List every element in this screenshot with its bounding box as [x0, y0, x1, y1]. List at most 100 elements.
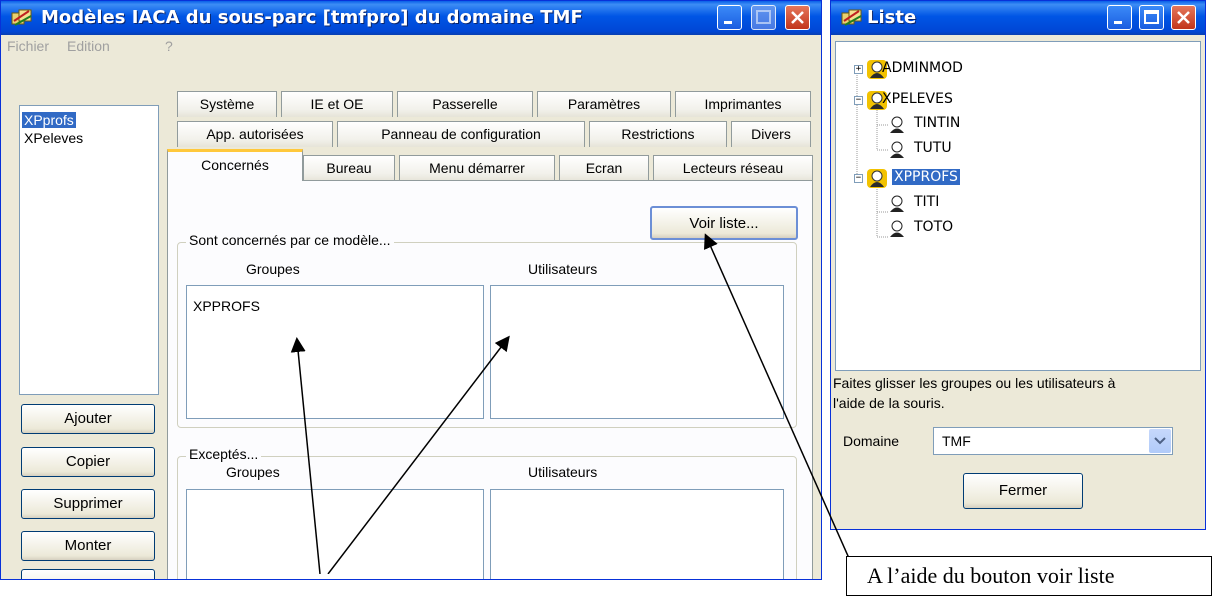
tab-divers[interactable]: Divers	[731, 121, 811, 147]
model-item-xpprofs[interactable]: XPprofs	[22, 112, 76, 128]
tab-concernes[interactable]: Concernés	[167, 149, 303, 181]
minimize-icon	[1114, 21, 1122, 24]
collapse-minus-icon[interactable]: −	[854, 96, 863, 105]
voir-liste-label: Voir liste...	[689, 215, 759, 232]
tab-menu-demarrer[interactable]: Menu démarrer	[399, 155, 555, 181]
user-icon	[890, 141, 904, 158]
tab-panneau-config-label: Panneau de configuration	[381, 126, 541, 142]
tab-systeme-label: Système	[199, 96, 255, 112]
tree-view[interactable]: + ADMINMOD − XPELEVES TINTIN TUTU − XPPR…	[835, 41, 1201, 371]
add-button-label: Ajouter	[64, 410, 112, 427]
list-app-icon	[841, 9, 862, 26]
list-maximize-button[interactable]	[1139, 5, 1164, 30]
tree-label: TOTO	[914, 219, 954, 235]
tab-imprimantes[interactable]: Imprimantes	[675, 91, 811, 117]
excepted-users-list[interactable]	[490, 489, 784, 579]
list-window: Liste + ADMINMOD − XPELEVES TINTIN TUTU …	[830, 0, 1206, 530]
excepted-users-header: Utilisateurs	[528, 464, 598, 480]
list-titlebar[interactable]: Liste	[831, 1, 1205, 35]
tab-divers-label: Divers	[751, 126, 791, 142]
tree-item-toto[interactable]: TOTO	[888, 219, 1088, 241]
chevron-down-icon[interactable]	[1149, 429, 1171, 453]
tab-menu-demarrer-label: Menu démarrer	[429, 160, 525, 176]
tab-restrictions-label: Restrictions	[621, 126, 695, 142]
hint-text-line2: l'aide de la souris.	[833, 395, 945, 411]
main-window: Modèles IACA du sous-parc [tmfpro] du do…	[0, 0, 822, 580]
tree-item-tintin[interactable]: TINTIN	[888, 115, 1088, 137]
tab-concernes-label: Concernés	[201, 157, 269, 173]
tree-label: ADMINMOD	[882, 60, 963, 76]
tab-panel-concernes: Voir liste... Sont concernés par ce modè…	[167, 180, 813, 579]
maximize-button[interactable]	[751, 5, 776, 30]
tab-systeme[interactable]: Système	[177, 91, 277, 117]
tree-label: TITI	[914, 194, 940, 210]
voir-liste-button[interactable]: Voir liste...	[650, 206, 798, 240]
excepted-groups-list[interactable]	[186, 489, 484, 579]
next-button-partial[interactable]	[21, 569, 155, 579]
delete-button-label: Supprimer	[53, 495, 123, 512]
tree-label: TUTU	[914, 140, 952, 156]
collapse-minus-icon[interactable]: −	[854, 174, 863, 183]
tab-bureau-label: Bureau	[326, 160, 372, 176]
concerned-groups-header: Groupes	[246, 261, 300, 277]
menu-fichier[interactable]: Fichier	[7, 38, 49, 54]
delete-button[interactable]: Supprimer	[21, 489, 155, 519]
user-icon	[890, 220, 904, 237]
tab-lecteurs-reseau-label: Lecteurs réseau	[682, 160, 784, 176]
user-icon	[890, 195, 904, 212]
list-close-button[interactable]	[1171, 5, 1196, 30]
tab-panneau-config[interactable]: Panneau de configuration	[337, 121, 585, 147]
tab-parametres-label: Paramètres	[567, 96, 641, 112]
list-minimize-button[interactable]	[1107, 5, 1132, 30]
menu-help[interactable]: ?	[165, 38, 173, 54]
model-item-xpeleves[interactable]: XPeleves	[22, 130, 85, 146]
tab-parametres[interactable]: Paramètres	[537, 91, 671, 117]
tree-label: TINTIN	[914, 115, 961, 131]
minimize-button[interactable]	[717, 5, 742, 30]
menu-edition[interactable]: Edition	[67, 38, 110, 54]
tree-label-selected: XPPROFS	[892, 169, 960, 185]
concerned-groups-list[interactable]: XPPROFS	[186, 285, 484, 419]
tab-app-autorisees-label: App. autorisées	[206, 126, 304, 142]
expand-plus-icon[interactable]: +	[854, 65, 863, 74]
concerned-users-list[interactable]	[490, 285, 784, 419]
concerned-legend: Sont concernés par ce modèle...	[186, 232, 394, 248]
tab-app-autorisees[interactable]: App. autorisées	[177, 121, 333, 147]
tab-lecteurs-reseau[interactable]: Lecteurs réseau	[653, 155, 813, 181]
tree-item-xpprofs[interactable]: − XPPROFS	[854, 169, 1054, 191]
models-listbox[interactable]: XPprofs XPeleves	[19, 105, 159, 395]
app-icon	[11, 9, 32, 26]
maximize-icon	[1144, 10, 1159, 24]
concerned-users-header: Utilisateurs	[528, 261, 598, 277]
domain-label: Domaine	[843, 433, 900, 449]
domain-select[interactable]: TMF	[933, 427, 1173, 455]
close-button[interactable]	[785, 5, 810, 30]
tree-item-titi[interactable]: TITI	[888, 194, 1088, 216]
excepted-legend: Exceptés...	[186, 446, 262, 462]
tree-item-tutu[interactable]: TUTU	[888, 140, 1088, 162]
tab-bureau[interactable]: Bureau	[303, 155, 395, 181]
excepted-groups-header: Groupes	[226, 464, 280, 480]
copy-button-label: Copier	[65, 453, 111, 470]
concerned-group-item[interactable]: XPPROFS	[191, 298, 262, 314]
tree-item-xpeleves[interactable]: − XPELEVES	[854, 91, 1054, 113]
maximize-icon	[756, 10, 771, 24]
annotation-callout: A l’aide du bouton voir liste	[846, 556, 1212, 596]
tab-ie-oe[interactable]: IE et OE	[281, 91, 393, 117]
tab-imprimantes-label: Imprimantes	[704, 96, 782, 112]
tab-ecran[interactable]: Ecran	[559, 155, 649, 181]
tab-passerelle[interactable]: Passerelle	[397, 91, 533, 117]
tab-restrictions[interactable]: Restrictions	[589, 121, 727, 147]
annotation-callout-text: A l’aide du bouton voir liste	[867, 563, 1115, 588]
add-button[interactable]: Ajouter	[21, 404, 155, 434]
group-icon	[867, 169, 887, 188]
main-titlebar[interactable]: Modèles IACA du sous-parc [tmfpro] du do…	[1, 1, 821, 35]
fermer-button[interactable]: Fermer	[963, 473, 1083, 509]
close-icon	[1177, 11, 1190, 24]
up-button-label: Monter	[64, 537, 112, 554]
up-button[interactable]: Monter	[21, 531, 155, 561]
tree-item-adminmod[interactable]: + ADMINMOD	[854, 60, 1054, 82]
close-icon	[791, 11, 804, 24]
fermer-button-label: Fermer	[998, 482, 1048, 499]
copy-button[interactable]: Copier	[21, 447, 155, 477]
